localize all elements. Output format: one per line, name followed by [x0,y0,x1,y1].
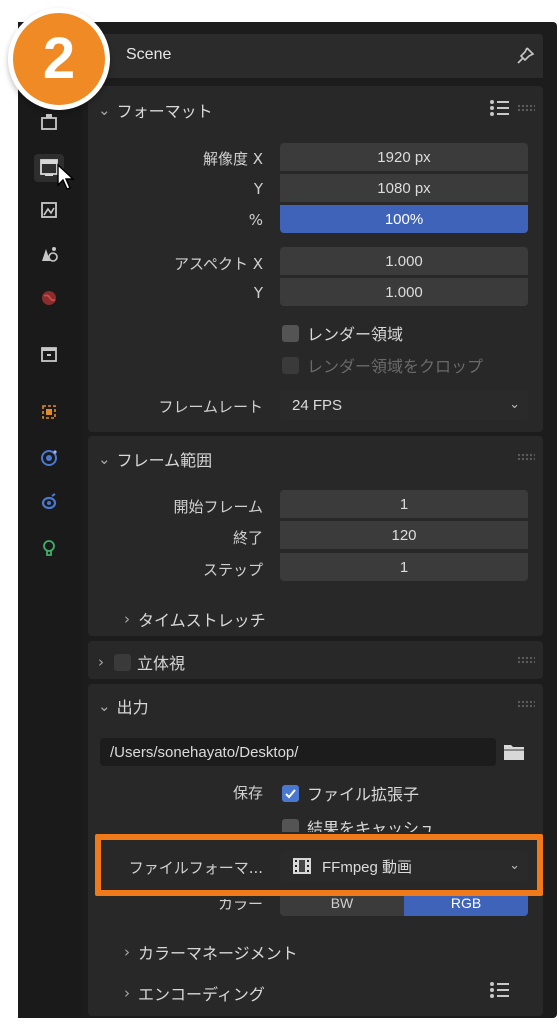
header-title: Scene [126,46,172,63]
world-tab-icon[interactable] [34,284,64,312]
frame-range-panel-title: フレーム範囲 [116,451,213,470]
pin-icon[interactable] [515,46,535,66]
format-panel-header[interactable]: ⌄ フォーマット [98,98,213,122]
drag-handle-icon[interactable] [517,700,535,708]
time-stretch-title: タイムストレッチ [138,611,266,630]
time-stretch-subpanel[interactable]: › タイムストレッチ [124,607,266,631]
resolution-y-label: Y [253,180,263,198]
framerate-label: フレームレート [158,398,263,416]
frame-start-label: 開始フレーム [173,498,263,516]
tool-tab-icon[interactable] [34,108,64,136]
chevron-down-icon: ⌄ [98,697,111,715]
chevron-down-icon: ⌄ [98,101,111,119]
format-panel-title: フォーマット [116,102,213,121]
physics-tab-icon[interactable] [34,444,64,472]
step-number-badge: 2 [8,8,110,110]
checkbox-icon [282,356,299,374]
framerate-value: 24 FPS [292,396,343,414]
file-extensions-label: ファイル拡張子 [307,785,420,804]
object-tab-icon[interactable] [34,398,64,426]
output-panel-title: 出力 [116,698,149,717]
chevron-down-icon: ⌄ [509,396,520,411]
aspect-x-field[interactable]: 1.000 [280,247,528,275]
resolution-percent-label: % [248,211,263,229]
crop-region-label: レンダー領域をクロップ [307,357,484,376]
checkbox-icon [282,324,299,342]
resolution-x-field[interactable]: 1920 px [280,143,528,171]
crop-region-checkbox[interactable]: レンダー領域をクロップ [282,353,483,377]
collection-tab-icon[interactable] [34,340,64,368]
chevron-right-icon: › [124,610,130,628]
presets-list-icon[interactable] [489,980,511,1000]
view-layer-tab-icon[interactable] [34,240,64,268]
frame-end-field[interactable]: 120 [280,521,528,549]
drag-handle-icon[interactable] [517,656,535,664]
output-tab-icon[interactable] [34,196,64,224]
checkbox-checked-icon [282,784,299,802]
drag-handle-icon[interactable] [517,453,535,461]
render-region-label: レンダー領域 [307,325,404,344]
encoding-subpanel[interactable]: › エンコーディング [124,981,265,1005]
folder-icon [504,745,524,760]
folder-browse-button[interactable] [500,738,528,766]
output-panel-header[interactable]: ⌄ 出力 [98,694,149,718]
color-management-title: カラーマネージメント [138,944,298,963]
frame-step-field[interactable]: 1 [280,553,528,581]
frame-start-field[interactable]: 1 [280,490,528,518]
stereoscopy-panel-title: 立体視 [137,654,186,673]
chevron-right-icon: › [98,653,104,671]
data-tab-icon[interactable] [34,534,64,562]
file-format-highlight [95,834,543,896]
constraints-tab-icon[interactable] [34,488,64,516]
step-number: 2 [42,26,76,91]
color-management-subpanel[interactable]: › カラーマネージメント [124,940,298,964]
frame-step-label: ステップ [202,561,263,579]
render-region-checkbox[interactable]: レンダー領域 [282,321,403,345]
output-path-input[interactable]: /Users/sonehayato/Desktop/ [100,738,496,766]
frame-range-panel-header[interactable]: ⌄ フレーム範囲 [98,447,212,471]
drag-handle-icon[interactable] [517,104,535,112]
presets-list-icon[interactable] [489,98,511,118]
chevron-right-icon: › [124,984,130,1002]
resolution-percent-field[interactable]: 100% [280,205,528,233]
mouse-cursor-icon [57,163,75,190]
framerate-dropdown[interactable]: 24 FPS ⌄ [280,390,528,420]
resolution-x-label: 解像度 X [202,150,263,168]
aspect-x-label: アスペクト X [174,255,263,273]
properties-header: Scene [88,34,543,78]
resolution-y-field[interactable]: 1080 px [280,174,528,202]
aspect-y-label: Y [253,284,263,302]
save-label: 保存 [232,784,263,802]
frame-end-label: 終了 [232,529,263,547]
encoding-title: エンコーディング [138,985,265,1004]
stereoscopy-panel-header[interactable]: › 立体視 [98,650,185,674]
chevron-right-icon: › [124,943,130,961]
aspect-y-field[interactable]: 1.000 [280,278,528,306]
stereoscopy-checkbox[interactable] [114,653,131,671]
file-extensions-checkbox[interactable]: ファイル拡張子 [282,781,419,805]
chevron-down-icon: ⌄ [98,450,111,468]
